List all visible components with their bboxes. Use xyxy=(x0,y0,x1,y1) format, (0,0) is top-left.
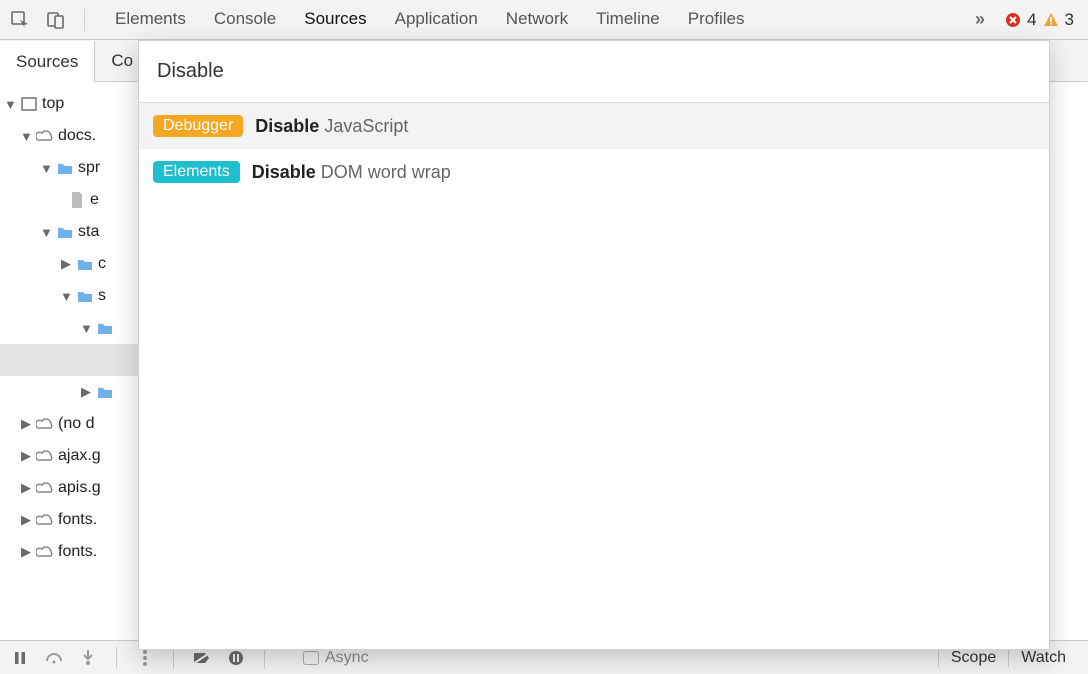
tab-elements[interactable]: Elements xyxy=(101,0,200,39)
subtab-sources[interactable]: Sources xyxy=(0,41,95,82)
tree-label: fonts. xyxy=(58,511,97,529)
inspect-element-icon[interactable] xyxy=(8,8,32,32)
folder-icon xyxy=(56,159,74,177)
folder-icon xyxy=(76,255,94,273)
checkbox-icon xyxy=(303,651,319,665)
category-pill: Debugger xyxy=(153,115,243,137)
disclosure-down-icon[interactable]: ▼ xyxy=(80,321,92,336)
command-palette-input[interactable] xyxy=(157,60,1031,83)
tree-label: apis.g xyxy=(58,479,101,497)
tree-row-origin[interactable]: ▶ fonts. xyxy=(0,536,139,568)
error-icon xyxy=(1005,12,1021,28)
disclosure-down-icon[interactable]: ▼ xyxy=(60,289,72,304)
more-options-icon[interactable] xyxy=(135,648,155,668)
disclosure-right-icon[interactable]: ▶ xyxy=(20,480,32,496)
tree-row-origin[interactable]: ▶ apis.g xyxy=(0,472,139,504)
step-into-icon[interactable] xyxy=(78,648,98,668)
tree-label: e xyxy=(90,191,99,209)
file-tree-sidebar: ▼ top ▼ docs. ▼ spr e ▼ xyxy=(0,82,140,640)
error-count: 4 xyxy=(1027,10,1036,30)
folder-icon xyxy=(96,383,114,401)
disclosure-right-icon[interactable]: ▶ xyxy=(20,544,32,560)
command-label: Disable JavaScript xyxy=(255,116,408,137)
cloud-icon xyxy=(36,543,54,561)
tree-row-folder[interactable]: ▼ s xyxy=(0,280,139,312)
separator xyxy=(84,9,85,31)
tree-label: top xyxy=(42,95,64,113)
async-label: Async xyxy=(325,649,369,667)
folder-icon xyxy=(96,319,114,337)
pause-icon[interactable] xyxy=(10,648,30,668)
tree-row-origin[interactable]: ▼ docs. xyxy=(0,120,139,152)
tree-label: spr xyxy=(78,159,100,177)
cloud-icon xyxy=(36,447,54,465)
device-toggle-icon[interactable] xyxy=(44,8,68,32)
disclosure-right-icon[interactable]: ▶ xyxy=(80,384,92,400)
tree-label: ajax.g xyxy=(58,447,101,465)
tree-label: fonts. xyxy=(58,543,97,561)
folder-icon xyxy=(76,287,94,305)
tree-row-origin[interactable]: ▶ fonts. xyxy=(0,504,139,536)
tree-label: s xyxy=(98,287,106,305)
disclosure-right-icon[interactable]: ▶ xyxy=(20,416,32,432)
devtools-top-toolbar: Elements Console Sources Application Net… xyxy=(0,0,1088,40)
tree-row-top[interactable]: ▼ top xyxy=(0,88,139,120)
tree-label: c xyxy=(98,255,106,273)
tree-row-file[interactable]: e xyxy=(0,184,139,216)
tab-watch[interactable]: Watch xyxy=(1008,649,1078,667)
tree-row-folder[interactable]: ▼ spr xyxy=(0,152,139,184)
pause-on-exceptions-icon[interactable] xyxy=(226,648,246,668)
disclosure-down-icon[interactable]: ▼ xyxy=(40,161,52,176)
tab-network[interactable]: Network xyxy=(492,0,582,39)
command-palette-item[interactable]: Elements Disable DOM word wrap xyxy=(139,149,1049,195)
command-label: Disable DOM word wrap xyxy=(252,162,451,183)
deactivate-breakpoints-icon[interactable] xyxy=(192,648,212,668)
command-palette-search xyxy=(139,41,1049,103)
step-over-icon[interactable] xyxy=(44,648,64,668)
tab-scope[interactable]: Scope xyxy=(938,649,1008,667)
disclosure-right-icon[interactable]: ▶ xyxy=(20,512,32,528)
async-checkbox[interactable]: Async xyxy=(303,649,369,667)
disclosure-right-icon[interactable]: ▶ xyxy=(20,448,32,464)
main-tabs: Elements Console Sources Application Net… xyxy=(101,0,758,39)
debugger-right-tabs: Scope Watch xyxy=(938,649,1078,667)
more-tabs-icon[interactable]: » xyxy=(967,9,993,30)
tree-row-folder[interactable]: ▼ xyxy=(0,312,139,344)
separator xyxy=(116,647,117,669)
tab-profiles[interactable]: Profiles xyxy=(674,0,759,39)
warning-count: 3 xyxy=(1065,10,1074,30)
disclosure-down-icon[interactable]: ▼ xyxy=(4,97,16,112)
cloud-icon xyxy=(36,479,54,497)
cloud-icon xyxy=(36,511,54,529)
tab-console[interactable]: Console xyxy=(200,0,290,39)
file-icon xyxy=(68,191,86,209)
disclosure-down-icon[interactable]: ▼ xyxy=(40,225,52,240)
category-pill: Elements xyxy=(153,161,240,183)
disclosure-down-icon[interactable]: ▼ xyxy=(20,129,32,144)
frame-icon xyxy=(20,95,38,113)
tree-label: (no d xyxy=(58,415,94,433)
command-palette-item[interactable]: Debugger Disable JavaScript xyxy=(139,103,1049,149)
tree-row-origin[interactable]: ▶ ajax.g xyxy=(0,440,139,472)
tab-timeline[interactable]: Timeline xyxy=(582,0,674,39)
tab-application[interactable]: Application xyxy=(381,0,492,39)
tree-label: docs. xyxy=(58,127,96,145)
command-palette-results: Debugger Disable JavaScript Elements Dis… xyxy=(139,103,1049,649)
folder-icon xyxy=(56,223,74,241)
command-palette: Debugger Disable JavaScript Elements Dis… xyxy=(138,40,1050,650)
tree-row-origin[interactable]: ▶ (no d xyxy=(0,408,139,440)
cloud-icon xyxy=(36,127,54,145)
tree-row-folder[interactable]: ▶ xyxy=(0,376,139,408)
cloud-icon xyxy=(36,415,54,433)
disclosure-right-icon[interactable]: ▶ xyxy=(60,256,72,272)
warning-icon xyxy=(1043,12,1059,28)
tree-row-folder[interactable]: ▼ sta xyxy=(0,216,139,248)
tree-row-folder[interactable]: ▶ c xyxy=(0,248,139,280)
tree-row-selected[interactable] xyxy=(0,344,139,376)
tree-label: sta xyxy=(78,223,99,241)
console-status[interactable]: 4 3 xyxy=(1005,10,1080,30)
tab-sources[interactable]: Sources xyxy=(290,0,380,39)
